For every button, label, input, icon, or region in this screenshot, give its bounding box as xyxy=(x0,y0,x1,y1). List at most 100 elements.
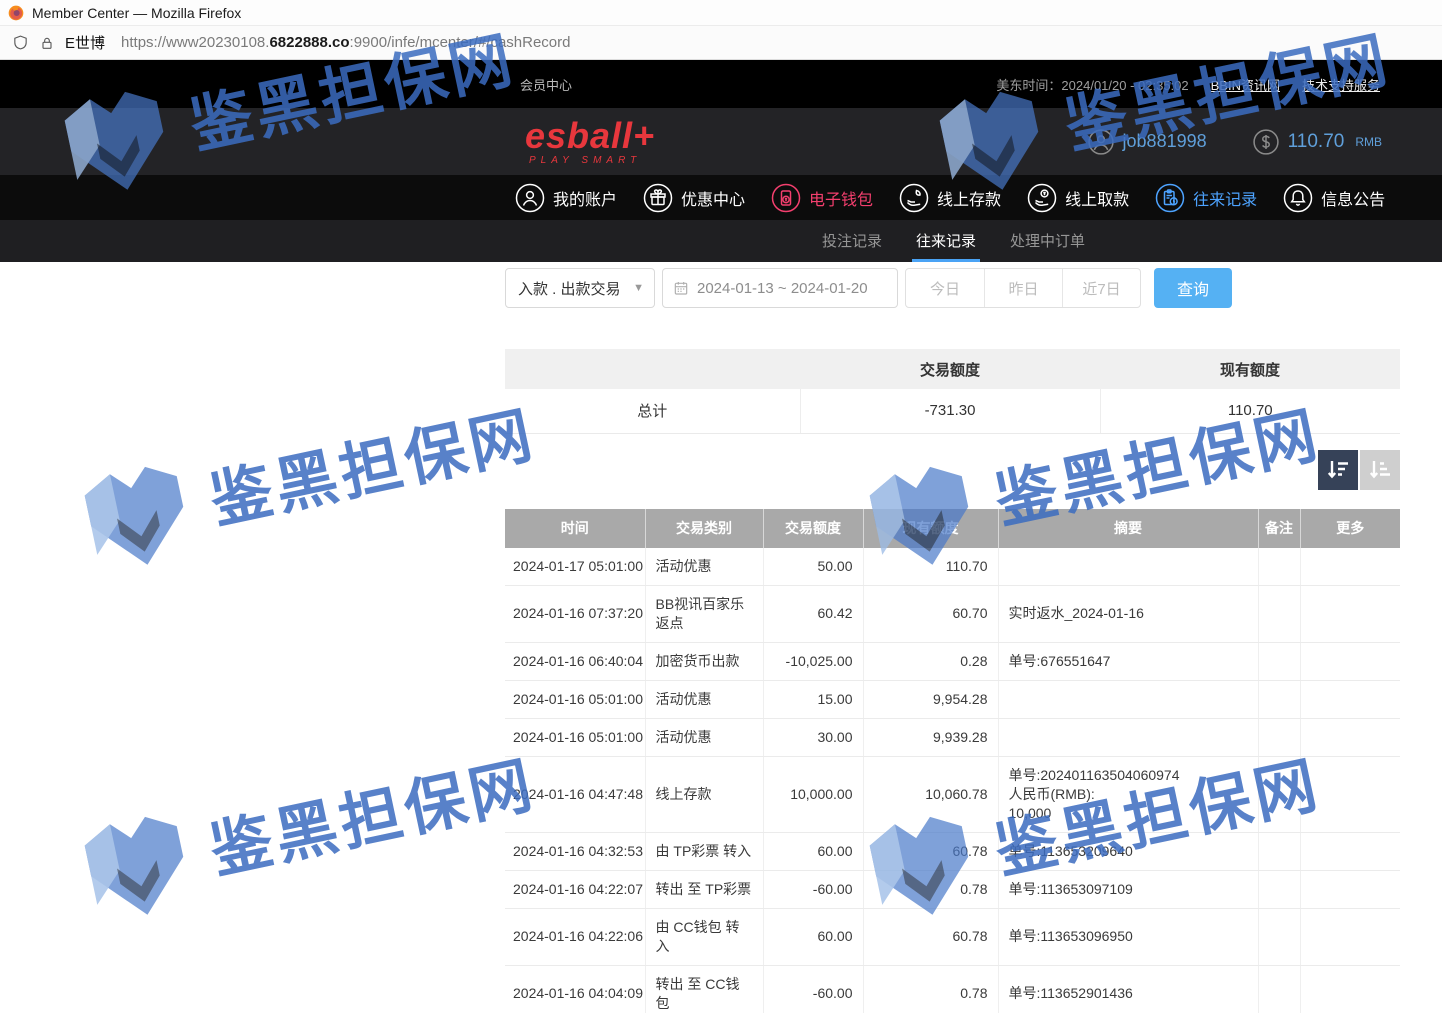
watermark: 鉴黑担保网 xyxy=(68,373,544,579)
chevron-down-icon: ▼ xyxy=(633,282,644,294)
sort-asc-icon xyxy=(1367,457,1393,483)
member-center-label: 会员中心 xyxy=(520,75,572,94)
table-row: 2024-01-16 06:40:04 加密货币出款 -10,025.00 0.… xyxy=(505,642,1400,680)
col-amount: 交易额度 xyxy=(763,509,863,548)
url-text[interactable]: https://www20230108.6822888.co:9900/infe… xyxy=(121,34,570,51)
tab-transaction-records[interactable]: 往来记录 xyxy=(916,230,976,262)
deposit-icon xyxy=(899,183,929,213)
calendar-icon xyxy=(673,280,689,296)
sort-desc-icon xyxy=(1325,457,1351,483)
search-button[interactable]: 查询 xyxy=(1154,268,1232,308)
table-row: 2024-01-16 04:04:09 转出 至 CC钱包 -60.00 0.7… xyxy=(505,965,1400,1013)
bell-icon xyxy=(1283,183,1313,213)
table-row: 2024-01-16 05:01:00 活动优惠 30.00 9,939.28 xyxy=(505,718,1400,756)
wallet-icon xyxy=(771,183,801,213)
summary-header-current: 现有额度 xyxy=(1100,349,1400,389)
nav-label: 信息公告 xyxy=(1321,186,1385,210)
eastern-time-label: 美东时间：2024/01/20 - 02:35:02 xyxy=(996,75,1188,94)
nav-transaction-records[interactable]: 往来记录 xyxy=(1155,183,1257,213)
tab-bet-records[interactable]: 投注记录 xyxy=(822,230,882,262)
table-row: 2024-01-16 07:37:20 BB视讯百家乐返点 60.42 60.7… xyxy=(505,585,1400,642)
lock-icon[interactable] xyxy=(39,35,55,51)
last7days-button[interactable]: 近7日 xyxy=(1062,269,1140,307)
browser-window: Member Center — Mozilla Firefox E世博 http… xyxy=(0,0,1442,1013)
dollar-coin-icon xyxy=(1253,129,1279,155)
sort-descending-button[interactable] xyxy=(1318,450,1358,490)
col-time: 时间 xyxy=(505,509,645,548)
nav-label: 线上存款 xyxy=(937,186,1001,210)
nav-withdraw[interactable]: 线上取款 xyxy=(1027,183,1129,213)
url-domain: 6822888.co xyxy=(269,34,349,51)
nav-label: 电子钱包 xyxy=(809,186,873,210)
sort-controls xyxy=(505,450,1400,490)
table-row: 2024-01-16 04:47:48 线上存款 10,000.00 10,06… xyxy=(505,756,1400,832)
balance-currency: RMB xyxy=(1355,135,1382,149)
user-avatar-icon xyxy=(1088,129,1114,155)
transaction-type-select[interactable]: 入款 . 出款交易 ▼ xyxy=(505,268,655,308)
filter-bar: 入款 . 出款交易 ▼ 2024-01-13 ~ 2024-01-20 今日 昨… xyxy=(505,268,1400,308)
table-header-row: 时间 交易类别 交易额度 现有额度 摘要 备注 更多 xyxy=(505,509,1400,548)
records-table: 时间 交易类别 交易额度 现有额度 摘要 备注 更多 2024-01-17 05… xyxy=(505,509,1400,1013)
summary-header-empty xyxy=(505,349,800,389)
nav-label: 优惠中心 xyxy=(681,186,745,210)
table-row: 2024-01-16 04:22:06 由 CC钱包 转入 60.00 60.7… xyxy=(505,908,1400,965)
table-row: 2024-01-16 05:01:00 活动优惠 15.00 9,954.28 xyxy=(505,680,1400,718)
shield-icon[interactable] xyxy=(12,34,29,51)
bbin-news-link[interactable]: BBIN资讯网 xyxy=(1211,75,1280,94)
table-row: 2024-01-17 05:01:00 活动优惠 50.00 110.70 xyxy=(505,548,1400,586)
url-bar[interactable]: E世博 https://www20230108.6822888.co:9900/… xyxy=(0,26,1442,60)
nav-label: 我的账户 xyxy=(553,186,617,210)
nav-announcements[interactable]: 信息公告 xyxy=(1283,183,1385,213)
watermark-logo-icon xyxy=(68,445,204,578)
user-account[interactable]: job881998 xyxy=(1088,129,1207,155)
watermark-logo-icon xyxy=(68,795,204,928)
table-row: 2024-01-16 04:32:53 由 TP彩票 转入 60.00 60.7… xyxy=(505,832,1400,870)
col-note: 备注 xyxy=(1258,509,1300,548)
summary-current-total: 110.70 xyxy=(1100,389,1400,433)
nav-label: 线上取款 xyxy=(1065,186,1129,210)
tech-support-link[interactable]: 技术支持服务 xyxy=(1302,75,1380,94)
balance-display[interactable]: 110.70 RMB xyxy=(1253,129,1382,155)
top-info-bar: 会员中心 美东时间：2024/01/20 - 02:35:02 BBIN资讯网 … xyxy=(0,60,1442,108)
window-titlebar: Member Center — Mozilla Firefox xyxy=(0,0,1442,26)
watermark: 鉴黑担保网 xyxy=(68,723,544,929)
tab-pending-orders[interactable]: 处理中订单 xyxy=(1010,230,1085,262)
main-navigation: 我的账户 优惠中心 电子钱包 线上存款 线上取款 xyxy=(0,175,1442,220)
logo-text: esball+ xyxy=(525,118,655,154)
balance-amount: 110.70 xyxy=(1288,131,1345,153)
site-header: esball+ PLAY SMART job881998 110.70 RMB xyxy=(0,108,1442,175)
summary-table: 交易额度 现有额度 总计 -731.30 110.70 xyxy=(505,349,1400,434)
selected-type: 入款 . 出款交易 xyxy=(518,278,621,299)
col-more: 更多 xyxy=(1300,509,1400,548)
nav-deposit[interactable]: 线上存款 xyxy=(899,183,1001,213)
col-balance: 现有额度 xyxy=(863,509,998,548)
nav-promotions[interactable]: 优惠中心 xyxy=(643,183,745,213)
summary-header-transaction: 交易额度 xyxy=(800,349,1100,389)
date-range-value: 2024-01-13 ~ 2024-01-20 xyxy=(697,280,868,297)
username: job881998 xyxy=(1123,131,1207,152)
summary-total-label: 总计 xyxy=(505,389,800,433)
col-summary: 摘要 xyxy=(998,509,1258,548)
sub-navigation: 投注记录 往来记录 处理中订单 xyxy=(0,220,1442,262)
main-content: 入款 . 出款交易 ▼ 2024-01-13 ~ 2024-01-20 今日 昨… xyxy=(505,262,1400,1013)
quick-date-buttons: 今日 昨日 近7日 xyxy=(905,268,1141,308)
url-suffix: :9900/infe/mcenter/#/cashRecord xyxy=(350,34,571,51)
yesterday-button[interactable]: 昨日 xyxy=(984,269,1062,307)
date-range-input[interactable]: 2024-01-13 ~ 2024-01-20 xyxy=(662,268,898,308)
logo-slogan: PLAY SMART xyxy=(529,156,655,166)
firefox-icon xyxy=(8,5,24,21)
user-icon xyxy=(515,183,545,213)
nav-label: 往来记录 xyxy=(1193,186,1257,210)
esball-logo[interactable]: esball+ PLAY SMART xyxy=(525,118,655,166)
url-prefix: https://www20230108. xyxy=(121,34,269,51)
sort-ascending-button[interactable] xyxy=(1360,450,1400,490)
withdraw-icon xyxy=(1027,183,1057,213)
nav-e-wallet[interactable]: 电子钱包 xyxy=(771,183,873,213)
gift-icon xyxy=(643,183,673,213)
summary-transaction-total: -731.30 xyxy=(800,389,1100,433)
table-row: 2024-01-16 04:22:07 转出 至 TP彩票 -60.00 0.7… xyxy=(505,870,1400,908)
today-button[interactable]: 今日 xyxy=(906,269,984,307)
window-title: Member Center — Mozilla Firefox xyxy=(32,5,241,21)
col-type: 交易类别 xyxy=(645,509,763,548)
nav-my-account[interactable]: 我的账户 xyxy=(515,183,617,213)
